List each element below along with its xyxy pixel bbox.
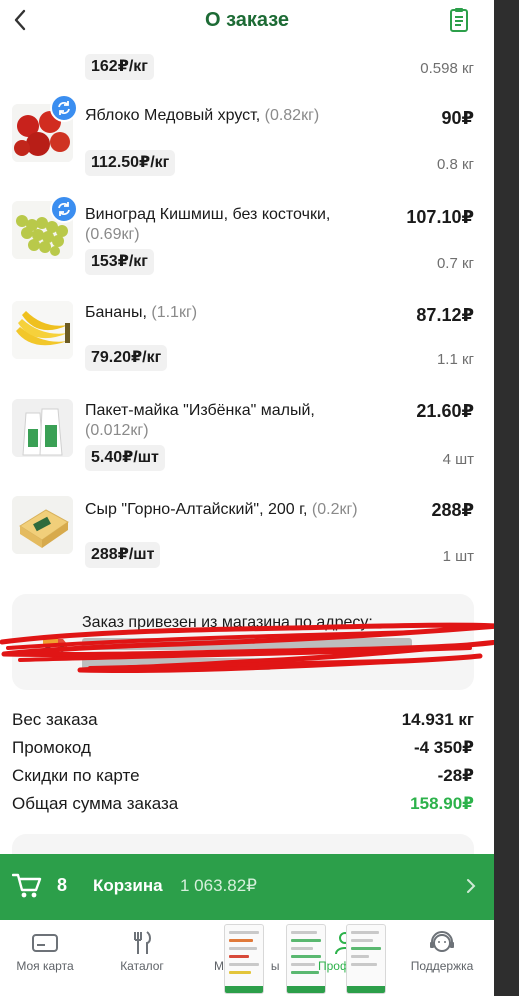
unit-price: 5.40₽/шт: [85, 445, 165, 471]
cart-bar[interactable]: 8 Корзина 1 063.82₽: [0, 854, 494, 920]
window-edge: [494, 0, 519, 996]
receipt-button[interactable]: [448, 7, 474, 35]
quantity: 0.7 кг: [436, 255, 474, 272]
product-price: 288₽: [431, 500, 474, 520]
nav-catalog[interactable]: Каталог: [97, 920, 187, 996]
quantity: 0.8 кг: [436, 156, 474, 173]
nav-my-card[interactable]: Моя карта: [0, 920, 90, 996]
unit-price: 112.50₽/кг: [85, 150, 176, 176]
quantity: 1 шт: [442, 548, 474, 565]
bottom-nav: Моя карта Каталог Ма ы Проф Поддержка: [0, 920, 494, 996]
nav-label: Моя карта: [16, 959, 74, 973]
product-price: 90₽: [441, 108, 474, 128]
product-price: 107.10₽: [406, 207, 474, 227]
unit-price: 162₽/кг: [85, 54, 154, 80]
nav-label: Каталог: [120, 959, 164, 973]
product-image-banana: [12, 301, 73, 359]
product-name: Сыр "Горно-Алтайский", 200 г, (0.2кг): [85, 501, 358, 518]
order-item[interactable]: Бананы, (1.1кг) 87.12₽ 79.20₽/кг 1.1 кг: [0, 295, 494, 393]
quantity: 0.598 кг: [420, 60, 474, 77]
product-name: Бананы, (1.1кг): [85, 304, 198, 321]
unit-price: 288₽/шт: [85, 542, 161, 568]
order-screen: 162₽/кг 0.598 кг Яблоко Медовый хруст, (…: [0, 0, 494, 996]
product-name: Пакет-майка "Избёнка" малый, (0.012кг): [85, 402, 315, 439]
top-bar: О заказе: [0, 0, 494, 44]
replacement-icon: [50, 195, 78, 223]
screenshot-thumbnail: [346, 924, 386, 994]
card-icon: [30, 930, 60, 956]
page-title: О заказе: [204, 9, 290, 31]
nav-label: Поддержка: [410, 959, 474, 973]
support-icon: [427, 930, 457, 956]
quantity: 1.1 кг: [436, 351, 474, 368]
order-item[interactable]: Пакет-майка "Избёнка" малый, (0.012кг) 21…: [0, 393, 494, 491]
unit-price: 153₽/кг: [85, 249, 154, 275]
summary-card-discount: Скидки по карте -28₽: [12, 766, 474, 785]
product-weight: (0.82кг): [264, 107, 320, 124]
nav-support[interactable]: Поддержка: [397, 920, 487, 996]
summary-total: Общая сумма заказа 158.90₽: [12, 794, 474, 813]
product-image-cheese: [12, 496, 73, 554]
product-price: 87.12₽: [416, 305, 474, 325]
order-item[interactable]: Виноград Кишмиш, без косточки, (0.69кг) 1…: [0, 195, 494, 295]
product-image-bag: [12, 399, 73, 457]
screenshot-thumbnail: [224, 924, 264, 994]
product-weight: (0.012кг): [85, 422, 149, 439]
cart-total: 1 063.82₽: [180, 876, 257, 895]
redaction-scribble: [0, 622, 494, 674]
cart-count: 8: [57, 875, 68, 895]
receipt-icon: [450, 8, 468, 32]
summary-weight: Вес заказа 14.931 кг: [12, 710, 474, 729]
replacement-icon: [50, 94, 78, 122]
product-weight: (1.1кг): [151, 304, 198, 321]
cart-icon: [11, 872, 42, 905]
chevron-right-icon: [466, 878, 476, 899]
product-name: Яблоко Медовый хруст, (0.82кг): [85, 107, 320, 124]
product-name: Виноград Кишмиш, без косточки, (0.69кг): [85, 206, 331, 243]
product-price: 21.60₽: [416, 401, 474, 421]
summary-promocode: Промокод -4 350₽: [12, 738, 474, 757]
order-item[interactable]: Яблоко Медовый хруст, (0.82кг) 90₽ 112.5…: [0, 94, 494, 198]
fork-knife-icon: [127, 930, 157, 956]
product-weight: (0.69кг): [85, 226, 140, 243]
unit-price: 79.20₽/кг: [85, 345, 168, 371]
cart-label: Корзина: [93, 876, 163, 895]
quantity: 4 шт: [442, 451, 474, 468]
product-weight: (0.2кг): [311, 501, 358, 518]
order-item[interactable]: Сыр "Горно-Алтайский", 200 г, (0.2кг) 28…: [0, 492, 494, 590]
